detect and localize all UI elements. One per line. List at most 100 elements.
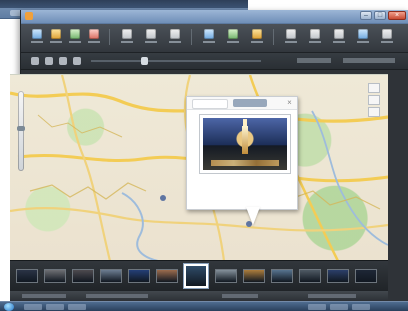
camera-button[interactable] [86, 27, 102, 45]
map-type-controls [368, 83, 380, 117]
toolbar-divider [273, 29, 274, 45]
next-button[interactable] [45, 57, 53, 65]
location-button[interactable] [225, 27, 241, 45]
photo-thumbnail[interactable] [72, 269, 94, 283]
status-text-placeholder [86, 294, 148, 298]
back-icon [32, 29, 42, 39]
toolbar-label-placeholder [381, 41, 393, 43]
back-button[interactable] [29, 27, 45, 45]
photo-filmstrip[interactable] [10, 260, 388, 292]
status-bar [10, 291, 388, 301]
users-icon [286, 29, 296, 39]
popup-photo-thumbnail[interactable] [200, 115, 290, 173]
map-icon [204, 29, 214, 39]
zoom-slider-knob[interactable] [141, 57, 148, 65]
rotate-icon [170, 29, 180, 39]
main-toolbar [21, 24, 408, 53]
toolbar-label-placeholder [309, 41, 321, 43]
window-controls: – □ × [360, 11, 406, 20]
photo-thumbnail[interactable] [271, 269, 293, 283]
taskbar-item[interactable] [68, 304, 86, 310]
hybrid-view-button[interactable] [368, 107, 380, 117]
toolbar-label-placeholder [357, 41, 369, 43]
popup-tab-photo[interactable] [192, 99, 228, 109]
toolbar-label-placeholder [333, 41, 345, 43]
city-lights-image-detail [211, 160, 279, 166]
toolbar-label-placeholder [285, 41, 297, 43]
taskbar-item[interactable] [308, 304, 326, 310]
desktop-screenshot: – □ × × [0, 0, 408, 311]
search-button[interactable] [307, 27, 323, 45]
view-button[interactable] [59, 57, 67, 65]
users-button[interactable] [283, 27, 299, 45]
info-button[interactable] [379, 27, 395, 45]
photo-thumbnail[interactable] [156, 269, 178, 283]
map-button[interactable] [201, 27, 217, 45]
map-river [121, 192, 159, 261]
photo-thumbnail[interactable] [243, 269, 265, 283]
open-button[interactable] [48, 27, 64, 45]
map-road [60, 75, 112, 261]
map-zoom-control[interactable] [17, 91, 25, 171]
photo-thumbnail[interactable] [215, 269, 237, 283]
toolbar-label-placeholder [69, 41, 81, 43]
taskbar-item[interactable] [352, 304, 370, 310]
help-icon [358, 29, 368, 39]
map-minor-road [37, 114, 123, 138]
rotate-button[interactable] [167, 27, 183, 45]
taskbar-item[interactable] [330, 304, 348, 310]
map-view-button[interactable] [368, 83, 380, 93]
start-button[interactable] [4, 303, 14, 311]
zoom-slider-track[interactable] [91, 60, 261, 62]
window-titlebar: – □ × [21, 10, 408, 24]
app-logo-icon [25, 12, 33, 20]
photo-thumbnail[interactable] [44, 269, 66, 283]
copy-button[interactable] [143, 27, 159, 45]
filter-button[interactable] [73, 57, 81, 65]
copy-icon [146, 29, 156, 39]
settings-button[interactable] [331, 27, 347, 45]
close-icon[interactable]: × [285, 98, 294, 107]
previous-button[interactable] [31, 57, 39, 65]
minimize-button[interactable]: – [360, 11, 372, 20]
photo-thumbnail[interactable] [299, 269, 321, 283]
toolbar-label-placeholder [50, 41, 62, 43]
map-location-marker-icon[interactable] [160, 195, 166, 201]
camera-icon [89, 29, 99, 39]
toolbar-label-placeholder [227, 41, 239, 43]
background-window-strip [0, 0, 248, 8]
import-icon [70, 29, 80, 39]
photo-thumbnail[interactable] [16, 269, 38, 283]
close-button[interactable]: × [388, 11, 406, 20]
navigation-subbar [21, 53, 408, 70]
toolbar-label-placeholder [203, 41, 215, 43]
edit-button[interactable] [119, 27, 135, 45]
photo-location-popup: × [186, 96, 298, 210]
satellite-view-button[interactable] [368, 95, 380, 105]
search-icon [310, 29, 320, 39]
photo-thumbnail[interactable] [100, 269, 122, 283]
toolbar-label-placeholder [251, 41, 263, 43]
photo-thumbnail[interactable] [327, 269, 349, 283]
popup-tab-details[interactable] [233, 99, 267, 107]
photo-thumbnail[interactable] [355, 269, 377, 283]
toolbar-label-placeholder [88, 41, 100, 43]
share-icon [252, 29, 262, 39]
maximize-button[interactable]: □ [374, 11, 386, 20]
toolbar-label-placeholder [169, 41, 181, 43]
import-button[interactable] [67, 27, 83, 45]
help-button[interactable] [355, 27, 371, 45]
toolbar-divider [109, 29, 110, 45]
popup-tabs: × [187, 97, 297, 110]
taskbar-item[interactable] [24, 304, 42, 310]
selected-photo-thumbnail[interactable] [184, 264, 208, 288]
taskbar [0, 301, 408, 311]
taskbar-item[interactable] [46, 304, 64, 310]
photo-thumbnail[interactable] [128, 269, 150, 283]
folder-icon [51, 29, 61, 39]
map-road [10, 207, 388, 232]
toolbar-divider [191, 29, 192, 45]
share-button[interactable] [249, 27, 265, 45]
location-icon [228, 29, 238, 39]
status-text-placeholder [22, 294, 66, 298]
